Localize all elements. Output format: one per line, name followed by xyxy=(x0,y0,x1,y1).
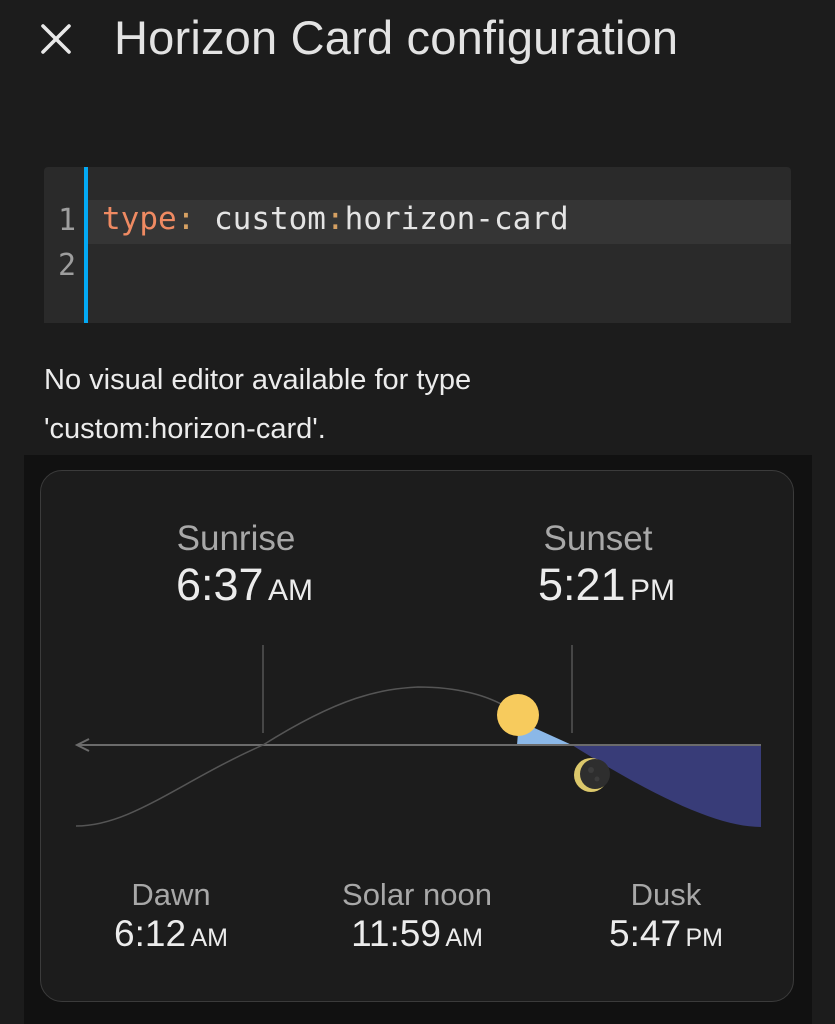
solar-noon-block: Solar noon 11:59 AM xyxy=(317,877,517,955)
notice-line-1: No visual editor available for type xyxy=(44,364,472,396)
solar-noon-label: Solar noon xyxy=(342,877,492,912)
no-visual-editor-notice: No visual editor available for type 'cus… xyxy=(44,356,784,454)
moon-crater xyxy=(594,776,600,782)
moon-shadow xyxy=(580,759,610,789)
line-number: 1 xyxy=(57,203,76,238)
dialog-title: Horizon Card configuration xyxy=(114,11,679,64)
dusk-ampm: PM xyxy=(685,924,723,952)
notice-line-2: 'custom:horizon-card'. xyxy=(44,413,326,445)
horizon-card: Sunrise 6:37 AM Sunset 5:21 PM Dawn 6:12… xyxy=(40,470,794,1002)
dawn-label: Dawn xyxy=(131,877,211,912)
yaml-value-colon: : xyxy=(325,201,345,237)
yaml-key: type xyxy=(102,201,177,237)
code-line-1[interactable]: type: custom:horizon-card xyxy=(102,201,569,237)
dialog-header: Horizon Card configuration xyxy=(0,0,835,84)
editor-focus-bar xyxy=(84,167,88,323)
solar-noon-time: 11:59 xyxy=(351,913,441,954)
yaml-colon: : xyxy=(176,201,196,237)
yaml-code-editor[interactable]: 1 2 type: custom:horizon-card xyxy=(44,167,791,323)
dawn-block: Dawn 6:12 AM xyxy=(101,877,241,955)
close-icon xyxy=(41,24,71,54)
dusk-block: Dusk 5:47 PM xyxy=(596,877,736,955)
dusk-label: Dusk xyxy=(630,877,702,912)
dusk-time: 5:47 xyxy=(609,913,682,954)
moon-crater xyxy=(588,767,594,773)
sun-icon xyxy=(497,694,539,736)
dawn-ampm: AM xyxy=(190,924,228,952)
yaml-value-part: custom xyxy=(195,201,326,237)
yaml-value-part: horizon-card xyxy=(344,201,569,237)
dawn-time: 6:12 xyxy=(114,913,187,954)
sun-path-curve xyxy=(75,686,519,827)
close-button[interactable] xyxy=(30,16,82,62)
solar-noon-ampm: AM xyxy=(445,924,483,952)
line-number: 2 xyxy=(57,248,76,283)
